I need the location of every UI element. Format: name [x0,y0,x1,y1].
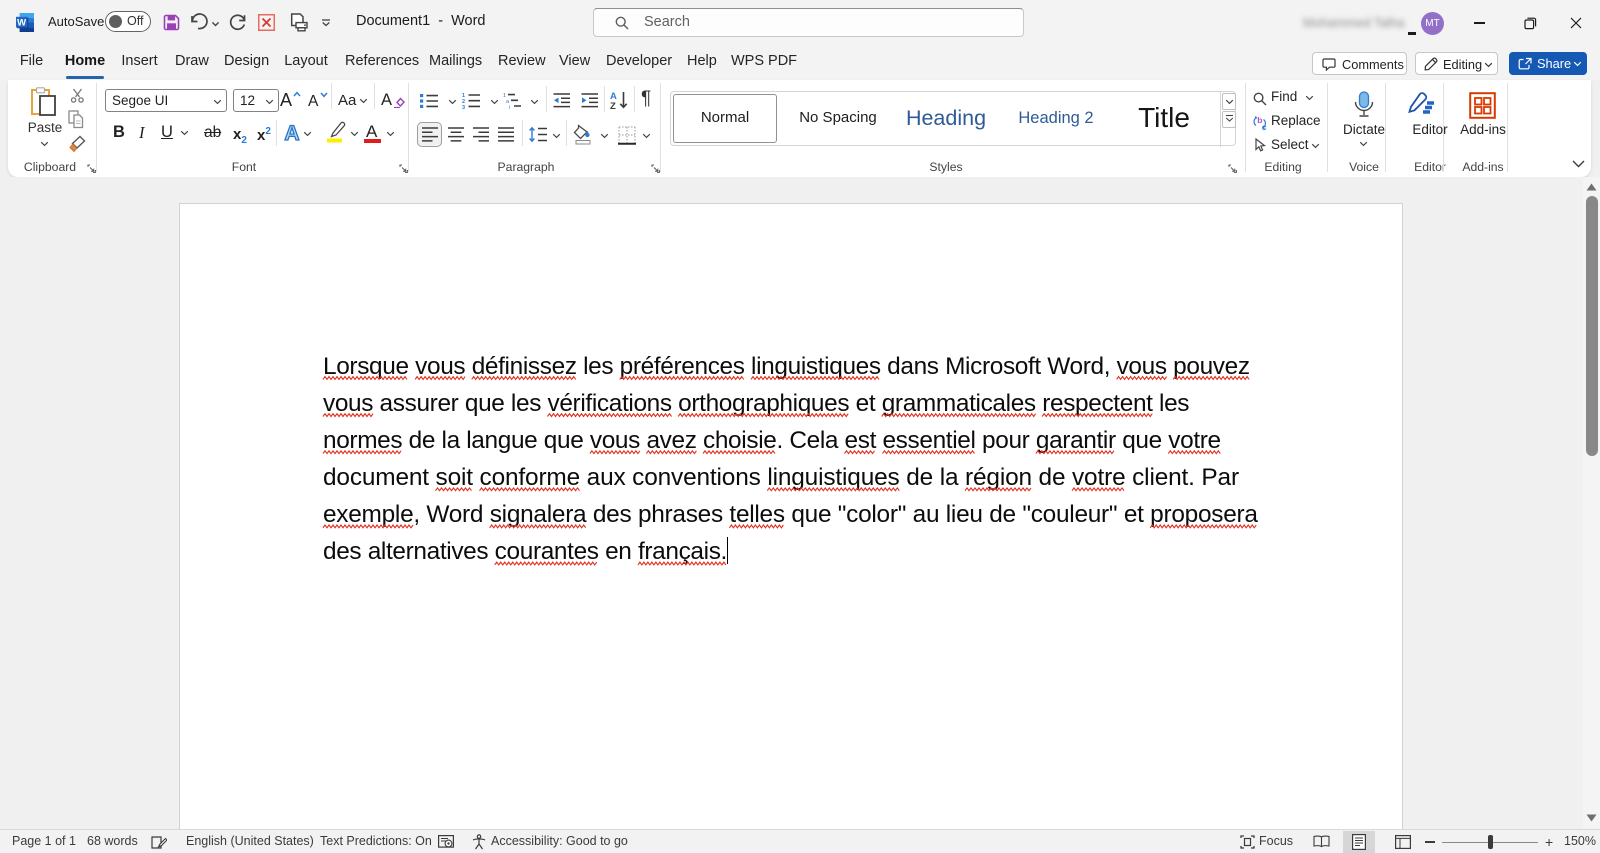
svg-text:i: i [509,105,510,109]
svg-text:A: A [284,122,299,144]
svg-text:W: W [17,17,26,28]
svg-text:3: 3 [462,105,465,109]
svg-text:Z: Z [610,101,616,110]
